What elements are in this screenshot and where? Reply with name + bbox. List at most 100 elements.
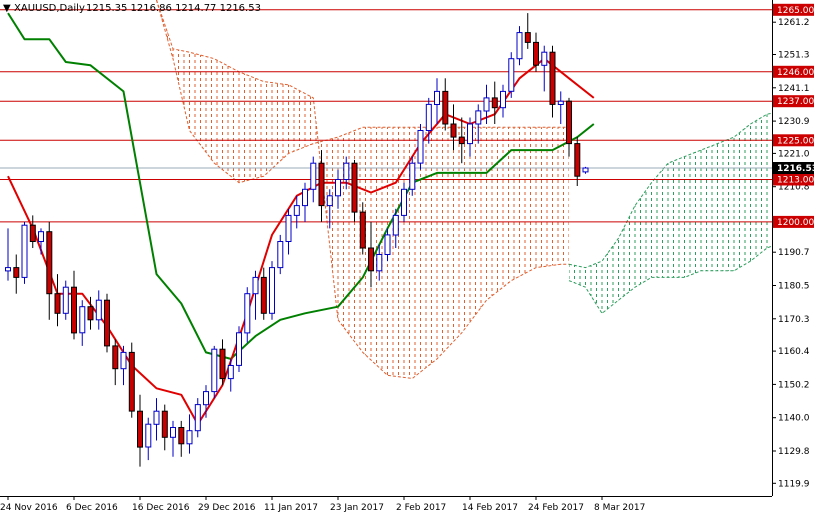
y-tick-label: 1180.5 <box>778 282 810 292</box>
candle <box>326 189 333 229</box>
level-label: 1200.00 <box>777 218 814 228</box>
candle-body <box>351 162 358 213</box>
candle <box>310 156 317 203</box>
candle-body <box>29 224 36 242</box>
candle <box>524 13 531 49</box>
candle-body <box>450 123 457 138</box>
candle-body <box>145 423 152 448</box>
symbol-label: XAUUSD,Daily <box>14 3 85 14</box>
candle-body <box>161 410 168 438</box>
candle <box>62 280 69 320</box>
candle-body <box>384 234 391 255</box>
x-tick-label: 24 Nov 2016 <box>0 503 58 513</box>
candle-body <box>293 205 300 216</box>
candle <box>79 300 86 346</box>
candle-body <box>434 90 440 106</box>
candle <box>29 215 36 248</box>
candle <box>211 345 218 399</box>
horizontal-levels <box>0 9 772 223</box>
candle <box>128 342 135 418</box>
candle-body <box>458 136 465 145</box>
candle-body <box>95 299 102 321</box>
candle <box>170 420 176 457</box>
price-chart[interactable]: 1261.21251.31241.11230.91221.01210.81200… <box>0 0 814 514</box>
candle-body <box>302 188 308 207</box>
axes: 1261.21251.31241.11230.91221.01210.81200… <box>0 18 810 513</box>
candle-body <box>71 286 77 334</box>
x-tick-label: 14 Feb 2017 <box>462 503 518 513</box>
candle <box>302 182 308 222</box>
level-label: 1265.00 <box>777 6 814 16</box>
y-tick-label: 1190.7 <box>778 248 810 258</box>
candle-body <box>178 427 185 445</box>
candle <box>260 267 267 320</box>
y-tick-label: 1150.2 <box>778 380 810 390</box>
candle <box>582 166 589 174</box>
candle <box>46 221 53 320</box>
candle-body <box>128 351 135 412</box>
bullish-cloud-hatch <box>569 110 768 314</box>
candle <box>112 339 119 386</box>
candle-body <box>203 391 209 406</box>
candle <box>359 202 366 255</box>
candle-body <box>392 214 399 236</box>
candle <box>161 404 168 451</box>
candle-body <box>38 231 44 242</box>
candle-body <box>62 286 69 314</box>
candle-body <box>574 143 581 177</box>
y-tick-label: 1170.3 <box>778 315 810 325</box>
candle <box>137 394 143 467</box>
candle <box>104 293 110 353</box>
candle-body <box>186 430 193 445</box>
candle-body <box>566 100 572 145</box>
candle-body <box>516 32 523 60</box>
candle-body <box>244 293 251 334</box>
candle <box>219 339 226 386</box>
candle-body <box>79 306 86 334</box>
x-tick-label: 29 Dec 2016 <box>198 503 256 513</box>
candle <box>417 124 424 170</box>
level-label: 1237.00 <box>777 97 814 107</box>
x-tick-label: 23 Jan 2017 <box>330 503 384 513</box>
candle-body <box>343 162 350 180</box>
x-tick-label: 8 Mar 2017 <box>594 503 645 513</box>
candle-body <box>104 299 110 347</box>
candle <box>368 221 374 288</box>
candle <box>145 417 152 461</box>
candle-body <box>409 162 416 190</box>
candle <box>194 398 201 438</box>
candle-body <box>508 58 515 92</box>
candle <box>277 234 284 275</box>
candle-body <box>483 97 490 112</box>
candle <box>401 182 407 222</box>
candle <box>491 81 498 124</box>
x-tick-label: 2 Feb 2017 <box>396 503 446 513</box>
candle <box>434 78 440 124</box>
candle <box>244 287 251 343</box>
candle <box>95 290 102 330</box>
candle-body <box>54 293 61 314</box>
y-tick-label: 1119.9 <box>778 479 810 489</box>
candle-body <box>557 100 564 105</box>
candle-body <box>87 306 94 321</box>
indicator-lines <box>7 12 595 426</box>
candle <box>351 159 358 222</box>
y-tick-label: 1251.3 <box>778 51 810 61</box>
candle <box>71 270 77 340</box>
candle-body <box>227 365 234 380</box>
candle-body <box>376 254 383 272</box>
candle <box>178 420 185 457</box>
candle <box>318 150 325 222</box>
candle-body <box>541 51 548 66</box>
candle <box>13 254 20 294</box>
candle-body <box>467 123 473 145</box>
level-label: 1213.00 <box>777 176 814 186</box>
candle-body <box>120 351 127 370</box>
candle <box>186 414 193 454</box>
y-tick-label: 1261.2 <box>778 18 810 28</box>
candle <box>293 195 300 229</box>
candle-body <box>417 130 424 164</box>
candle-body <box>269 267 275 314</box>
candle <box>54 274 61 327</box>
dropdown-arrow-icon[interactable]: ▼ <box>3 3 11 14</box>
